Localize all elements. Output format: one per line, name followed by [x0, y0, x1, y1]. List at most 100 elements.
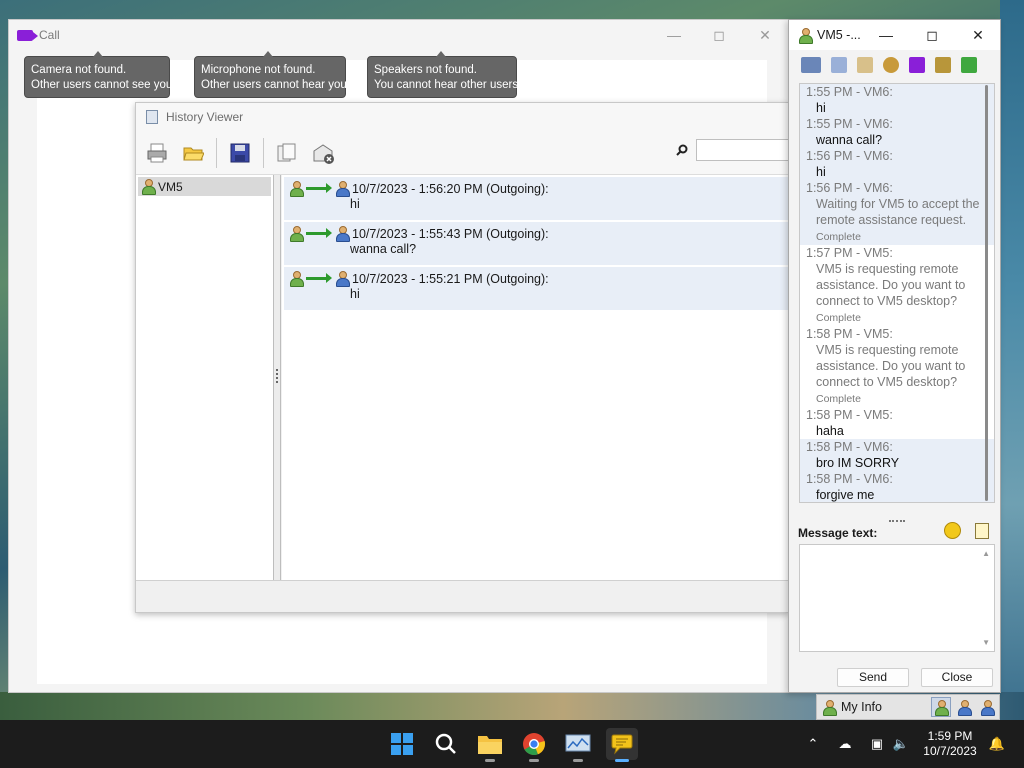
chat-log-scrollbar[interactable] [985, 85, 988, 501]
status-note: Complete [816, 393, 861, 405]
contact-avatar-icon [799, 27, 813, 44]
chat-message-header: 1:56 PM - VM6: [806, 149, 893, 163]
compose-note-icon[interactable] [975, 523, 989, 539]
recipient-avatar-icon [336, 226, 350, 242]
print-button[interactable] [144, 140, 170, 166]
chat-message-text: hi [816, 165, 826, 179]
minimize-button[interactable]: — [659, 26, 689, 44]
chat-message: 1:58 PM - VM6: bro IM SORRY [800, 439, 994, 471]
minimize-button[interactable]: — [874, 26, 898, 44]
person-icon [958, 699, 972, 716]
add-contact-icon[interactable] [935, 57, 951, 73]
contact-menu-icon[interactable] [801, 57, 821, 73]
search-icon [676, 144, 688, 156]
close-chat-button[interactable]: Close [921, 668, 993, 687]
emoticon-icon[interactable] [944, 522, 961, 539]
contact-name: VM5 [158, 179, 183, 194]
video-call-icon[interactable] [909, 57, 925, 73]
contact-status-icon[interactable] [977, 697, 997, 717]
my-status-icon [823, 699, 837, 716]
cloud-status-icon[interactable]: ☁ [836, 736, 854, 752]
maximize-button[interactable]: ◻ [704, 26, 734, 44]
chat-toolbar [789, 50, 1000, 80]
remote-assist-icon[interactable] [883, 57, 899, 73]
send-button[interactable]: Send [837, 668, 909, 687]
outgoing-arrow-icon [306, 228, 332, 238]
clock-date: 10/7/2023 [923, 744, 977, 758]
outgoing-arrow-icon [306, 273, 332, 283]
chrome-button[interactable] [518, 728, 550, 762]
messenger-app-button[interactable] [606, 728, 638, 762]
message-input[interactable]: ▲ ▼ [799, 544, 995, 652]
close-button[interactable]: ✕ [750, 26, 780, 44]
chat-message: 1:57 PM - VM5: VM5 is requesting remote … [800, 245, 994, 326]
chat-message-header: 1:55 PM - VM6: [806, 117, 893, 131]
video-camera-icon [17, 29, 38, 41]
file-transfer-icon[interactable] [857, 57, 873, 73]
chat-message-text: bro IM SORRY [816, 456, 900, 470]
chat-bubble-icon [611, 734, 633, 755]
chat-message-header: 1:55 PM - VM6: [806, 85, 893, 99]
exit-icon[interactable] [961, 57, 977, 73]
message-header: 10/7/2023 - 1:55:21 PM (Outgoing): [352, 271, 549, 286]
history-search-input[interactable] [696, 139, 790, 161]
contact-item-vm5[interactable]: VM5 [138, 177, 271, 196]
outgoing-arrow-icon [306, 183, 332, 193]
history-viewer-window: History Viewer VM5 10/7/2023 - 1:56:20 P… [135, 102, 790, 613]
start-button[interactable] [386, 728, 418, 760]
message-header: 10/7/2023 - 1:55:43 PM (Outgoing): [352, 226, 549, 241]
search-button[interactable] [430, 728, 462, 760]
monitor-app-button[interactable] [562, 728, 594, 762]
chat-message-log: 1:55 PM - VM6: hi 1:55 PM - VM6: wanna c… [799, 83, 995, 503]
chat-message-header: 1:58 PM - VM6: [806, 472, 893, 486]
chat-message-text: wanna call? [816, 133, 883, 147]
contact-status-icon[interactable] [931, 697, 951, 717]
resize-grip[interactable] [889, 520, 905, 523]
search-icon [435, 733, 456, 754]
history-viewer-title: History Viewer [166, 110, 244, 124]
chat-message-header: 1:57 PM - VM5: [806, 246, 893, 260]
chat-message: 1:56 PM - VM6: hi [800, 148, 994, 180]
history-message: 10/7/2023 - 1:55:21 PM (Outgoing): hi [284, 267, 788, 310]
windows-logo-icon [391, 733, 413, 755]
chat-message: 1:55 PM - VM6: wanna call? [800, 116, 994, 148]
chat-message: 1:58 PM - VM6: forgive me [800, 471, 994, 502]
history-message: 10/7/2023 - 1:55:43 PM (Outgoing): wanna… [284, 222, 788, 265]
message-header: 10/7/2023 - 1:56:20 PM (Outgoing): [352, 181, 549, 196]
chat-message-header: 1:56 PM - VM6: [806, 181, 893, 195]
copy-button[interactable] [274, 140, 300, 166]
chevron-up-icon[interactable]: ⌃ [804, 736, 822, 752]
scroll-down-icon[interactable]: ▼ [982, 638, 990, 647]
sender-avatar-icon [290, 271, 304, 287]
delete-history-button[interactable] [310, 140, 336, 166]
save-button[interactable] [227, 140, 253, 166]
chat-message: 1:58 PM - VM5: VM5 is requesting remote … [800, 326, 994, 407]
contact-status-icon[interactable] [954, 697, 974, 717]
tooltip-line: Camera not found. [31, 64, 127, 76]
history-icon[interactable] [831, 57, 847, 73]
history-status-bar [136, 580, 790, 612]
volume-muted-icon[interactable]: 🔈 [892, 736, 910, 752]
history-message: 10/7/2023 - 1:56:20 PM (Outgoing): hi [284, 177, 788, 220]
call-window-title: Call [39, 28, 60, 42]
person-icon [935, 699, 949, 716]
chat-message-text: Waiting for VM5 to accept the remote ass… [816, 197, 980, 227]
taskbar-clock[interactable]: 1:59 PM 10/7/2023 [918, 729, 982, 759]
file-explorer-button[interactable] [474, 728, 506, 762]
scroll-up-icon[interactable]: ▲ [982, 549, 990, 558]
chat-message-text: haha [816, 424, 844, 438]
chat-message-header: 1:58 PM - VM6: [806, 440, 893, 454]
toolbar-separator [263, 137, 264, 168]
maximize-button[interactable]: ◻ [920, 26, 944, 44]
history-viewer-titlebar[interactable]: History Viewer [136, 103, 788, 131]
message-text: hi [350, 197, 360, 211]
speakers-warning-tooltip: Speakers not found. You cannot hear othe… [367, 51, 521, 98]
notification-bell-icon[interactable]: 🔔 [988, 736, 1006, 752]
my-info-label[interactable]: My Info [841, 700, 882, 714]
status-note: Complete [816, 312, 861, 324]
network-icon[interactable]: ▣ [868, 736, 886, 752]
history-contact-list: VM5 [136, 175, 274, 580]
open-button[interactable] [180, 140, 206, 166]
status-note: Complete [816, 231, 861, 243]
close-button[interactable]: ✕ [966, 26, 990, 44]
